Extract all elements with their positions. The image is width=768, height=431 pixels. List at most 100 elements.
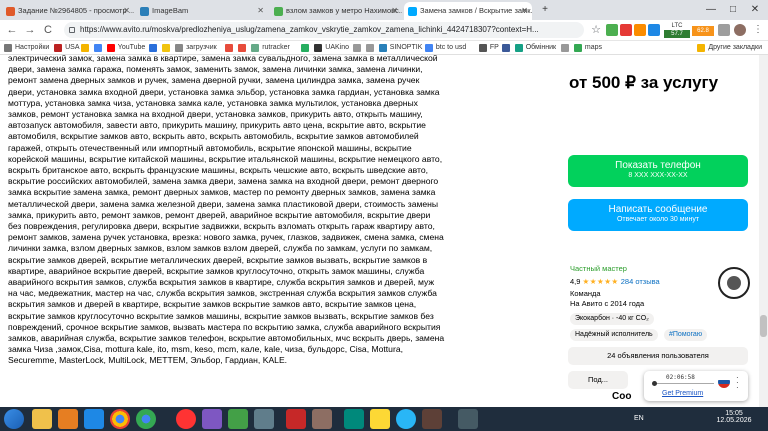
bookmark-favicon-icon xyxy=(93,44,102,52)
chrome-alt-icon[interactable] xyxy=(136,409,156,429)
bookmark-item[interactable] xyxy=(80,42,92,53)
start-button[interactable] xyxy=(4,409,24,429)
reviews-link[interactable]: 284 отзыва xyxy=(621,277,660,286)
aida64-icon[interactable] xyxy=(286,409,306,429)
bookmark-item[interactable]: btc to usd xyxy=(424,42,466,53)
tab-avito-active[interactable]: Замена замков / Вскрытие замк... ✕ xyxy=(404,2,532,20)
telegram-icon[interactable] xyxy=(396,409,416,429)
forward-button[interactable]: → xyxy=(22,22,38,38)
explorer-icon[interactable] xyxy=(32,409,52,429)
bookmark-item[interactable] xyxy=(238,42,249,53)
bookmark-item[interactable] xyxy=(501,42,513,53)
windows-taskbar: EN 15:05 12.05.2026 xyxy=(0,407,768,431)
page-content: электрический замок, замена замка в квар… xyxy=(0,55,768,407)
get-premium-link[interactable]: Get Premium xyxy=(662,390,703,397)
vpn-slider-track[interactable] xyxy=(654,383,714,384)
tab-task[interactable]: Задание №2964805 - просмотр ... ✕ xyxy=(2,2,134,20)
btc-extension[interactable]: 62.8 xyxy=(692,26,714,36)
extension-icon[interactable] xyxy=(634,24,646,36)
bookmark-item[interactable]: SINOPTIK xyxy=(378,42,422,53)
scrollbar-thumb[interactable] xyxy=(760,315,767,337)
bookmark-item[interactable]: Другие закладки xyxy=(697,42,762,53)
bookmark-item[interactable] xyxy=(365,42,377,53)
new-tab-button[interactable]: + xyxy=(534,0,556,20)
menu-dots-icon[interactable]: ⋮ xyxy=(752,24,764,36)
bookmark-label: FP xyxy=(489,44,499,51)
bookmark-label: USA xyxy=(65,44,80,51)
reliable-chip[interactable]: Надёжный исполнитель xyxy=(570,329,658,341)
wps-icon[interactable] xyxy=(84,409,104,429)
bookmark-item[interactable] xyxy=(149,42,160,53)
close-tab-icon[interactable]: ✕ xyxy=(391,2,398,20)
app-icon[interactable] xyxy=(312,409,332,429)
app-icon[interactable] xyxy=(254,409,274,429)
write-message-button[interactable]: Написать сообщение Отвечает около 30 мин… xyxy=(568,199,748,231)
media-player-icon[interactable] xyxy=(58,409,78,429)
seller-name[interactable]: Команда xyxy=(570,289,601,298)
extension-icon[interactable] xyxy=(620,24,632,36)
tray-clock[interactable]: 15:05 12.05.2026 xyxy=(712,407,756,431)
ltc-extension[interactable]: LTC 57.7 xyxy=(664,22,690,38)
bookmark-favicon-icon xyxy=(697,44,706,52)
subscribe-button[interactable]: Под... xyxy=(568,371,628,389)
close-window-button[interactable]: ✕ xyxy=(744,0,766,20)
bookmark-item[interactable]: USA xyxy=(54,42,80,53)
close-tab-icon[interactable]: ✕ xyxy=(521,2,528,20)
tab-label: Замена замков / Вскрытие замк... xyxy=(420,6,532,15)
bookmark-item[interactable]: Обмінник xyxy=(514,42,556,53)
app-icon[interactable] xyxy=(344,409,364,429)
back-button[interactable]: ← xyxy=(4,22,20,38)
eco-chip[interactable]: Экокарбон · -40 кг CO₂ xyxy=(570,313,654,325)
app-icon[interactable] xyxy=(370,409,390,429)
bookmark-item[interactable] xyxy=(93,42,105,53)
tab-imagebam[interactable]: ImageBam ✕ xyxy=(136,2,268,20)
url-input[interactable]: https://www.avito.ru/moskva/predlozheniy… xyxy=(64,22,584,38)
vpn-menu-icon[interactable]: · · · xyxy=(736,374,739,392)
bookmark-item[interactable]: rutracker xyxy=(251,42,290,53)
extension-icon[interactable] xyxy=(606,24,618,36)
vpn-slider-handle[interactable] xyxy=(652,381,657,386)
extension-icon[interactable] xyxy=(648,24,660,36)
bookmark-item[interactable]: maps xyxy=(573,42,602,53)
bookmark-item[interactable] xyxy=(560,42,572,53)
bookmark-favicon-icon xyxy=(478,44,487,52)
bookmark-item[interactable]: FP xyxy=(478,42,499,53)
vpn-widget[interactable]: 02:06:58 Get Premium · · · xyxy=(644,371,748,401)
minimize-button[interactable]: — xyxy=(700,0,722,20)
bookmark-item[interactable] xyxy=(352,42,364,53)
close-tab-icon[interactable]: ✕ xyxy=(257,2,264,20)
close-tab-icon[interactable]: ✕ xyxy=(123,2,130,20)
reload-button[interactable]: C xyxy=(40,22,56,38)
bookmark-item[interactable] xyxy=(301,42,312,53)
tray-language[interactable]: EN xyxy=(634,407,644,431)
show-phone-label: Показать телефон xyxy=(615,160,701,171)
app-icon[interactable] xyxy=(228,409,248,429)
tab-label: взлом замков у метро Нахимовс... xyxy=(286,6,402,15)
tab-vzlom[interactable]: взлом замков у метро Нахимовс... ✕ xyxy=(270,2,402,20)
rating-value: 4,9 xyxy=(570,277,581,286)
imagebam-favicon-icon xyxy=(140,7,149,16)
app-icon[interactable] xyxy=(458,409,478,429)
app-icon[interactable] xyxy=(202,409,222,429)
bookmark-item[interactable]: загрузчик xyxy=(175,42,217,53)
task-favicon-icon xyxy=(6,7,15,16)
bookmark-item[interactable]: Настройки xyxy=(4,42,49,53)
user-ads-button[interactable]: 24 объявления пользователя xyxy=(568,347,748,365)
yandex-browser-icon[interactable] xyxy=(176,409,196,429)
help-chip[interactable]: #Помогаю xyxy=(664,329,708,341)
maximize-button[interactable]: □ xyxy=(722,0,744,20)
bookmark-favicon-icon xyxy=(301,44,310,52)
russia-flag-icon[interactable] xyxy=(718,376,730,388)
url-text: https://www.avito.ru/moskva/predlozheniy… xyxy=(80,25,539,34)
star-bookmark-icon[interactable]: ☆ xyxy=(590,24,602,36)
bookmark-item[interactable] xyxy=(162,42,173,53)
bookmark-item[interactable]: YouTube xyxy=(106,42,145,53)
profile-avatar[interactable] xyxy=(734,24,746,36)
page-scrollbar[interactable] xyxy=(759,55,768,407)
bookmark-item[interactable]: UAKino xyxy=(314,42,349,53)
app-icon[interactable] xyxy=(422,409,442,429)
puzzle-extensions-icon[interactable] xyxy=(718,24,730,36)
chrome-icon[interactable] xyxy=(110,409,130,429)
bookmark-item[interactable] xyxy=(225,42,236,53)
show-phone-button[interactable]: Показать телефон 8 XXX XXX-XX-XX xyxy=(568,155,748,187)
